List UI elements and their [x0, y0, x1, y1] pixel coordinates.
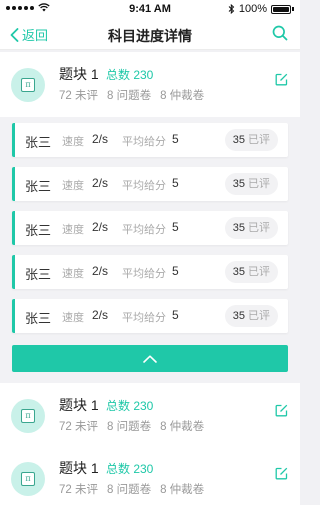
grader-row[interactable]: 张三 速度 2/s 平均给分 5 35 已评 [12, 211, 288, 245]
reviewed-count-badge: 35 已评 [224, 129, 278, 151]
block-avatar: π [11, 399, 45, 433]
speed-value: 2/s [92, 264, 109, 278]
reviewed-label: 已评 [248, 134, 270, 146]
battery-tip [292, 7, 294, 11]
grader-row[interactable]: 张三 速度 2/s 平均给分 5 35 已评 [12, 123, 288, 157]
problem-count: 8 问题卷 [107, 484, 152, 496]
edit-icon [275, 467, 288, 480]
avg-score-label: 平均给分 [122, 312, 166, 324]
edit-button[interactable] [275, 404, 288, 422]
unreviewed-count: 72 未评 [59, 90, 98, 102]
block-total: 总数 230 [106, 399, 154, 413]
reviewed-count-badge: 35 已评 [224, 305, 278, 327]
avg-score-value: 5 [172, 220, 179, 234]
reviewed-count: 35 [232, 222, 245, 234]
grader-row[interactable]: 张三 速度 2/s 平均给分 5 35 已评 [12, 167, 288, 201]
status-bar: 9:41 AM 100% [0, 0, 300, 18]
avg-score-value: 5 [172, 264, 179, 278]
block-card[interactable]: π 题块 1 总数 230 72 未评 8 问题卷 8 仲裁卷 [0, 383, 300, 449]
unreviewed-count: 72 未评 [59, 421, 98, 433]
bluetooth-icon [228, 4, 235, 14]
grader-name: 张三 [25, 179, 52, 194]
search-button[interactable] [272, 25, 288, 46]
edit-icon [275, 73, 288, 86]
block-avatar: π [11, 68, 45, 102]
battery-percentage: 100% [238, 3, 267, 15]
speed-label: 速度 [62, 312, 84, 324]
reviewed-count: 35 [232, 178, 245, 190]
chevron-up-icon [143, 354, 157, 363]
block-meta: 72 未评 8 问题卷 8 仲裁卷 [59, 481, 204, 497]
edit-button[interactable] [275, 73, 288, 91]
arbitration-count: 8 仲裁卷 [160, 421, 205, 433]
reviewed-count-badge: 35 已评 [224, 261, 278, 283]
block-card[interactable]: π 题块 1 总数 230 72 未评 8 问题卷 8 仲裁卷 [0, 52, 300, 118]
block-meta: 72 未评 8 问题卷 8 仲裁卷 [59, 87, 204, 103]
grader-name: 张三 [25, 267, 52, 282]
edit-icon [275, 404, 288, 417]
speed-value: 2/s [92, 132, 109, 146]
block-title: 题块 1 [59, 397, 99, 413]
reviewed-count: 35 [232, 134, 245, 146]
speed-value: 2/s [92, 176, 109, 190]
status-right-group: 100% [228, 3, 294, 15]
pi-icon: π [21, 409, 35, 423]
problem-count: 8 问题卷 [107, 421, 152, 433]
speed-value: 2/s [92, 220, 109, 234]
reviewed-count-badge: 35 已评 [224, 173, 278, 195]
speed-label: 速度 [62, 136, 84, 148]
grader-name: 张三 [25, 223, 52, 238]
reviewed-count-badge: 35 已评 [224, 217, 278, 239]
grader-list [0, 117, 300, 384]
grader-row[interactable]: 张三 速度 2/s 平均给分 5 35 已评 [12, 299, 288, 333]
block-title: 题块 1 [59, 460, 99, 476]
page-title: 科目进度详情 [108, 28, 192, 44]
reviewed-label: 已评 [248, 266, 270, 278]
block-title: 题块 1 [59, 66, 99, 82]
battery-icon [271, 4, 291, 14]
avg-score-label: 平均给分 [122, 224, 166, 236]
grader-row[interactable]: 张三 速度 2/s 平均给分 5 35 已评 [12, 255, 288, 289]
speed-label: 速度 [62, 180, 84, 192]
edit-button[interactable] [275, 467, 288, 485]
block-total: 总数 230 [106, 68, 154, 82]
block-total: 总数 230 [106, 462, 154, 476]
avg-score-value: 5 [172, 176, 179, 190]
navigation-bar: 返回 科目进度详情 [0, 18, 300, 50]
reviewed-count: 35 [232, 266, 245, 278]
avg-score-value: 5 [172, 132, 179, 146]
block-avatar: π [11, 462, 45, 496]
block-meta: 72 未评 8 问题卷 8 仲裁卷 [59, 418, 204, 434]
block-card[interactable]: π 题块 1 总数 230 72 未评 8 问题卷 8 仲裁卷 [0, 446, 300, 505]
reviewed-count: 35 [232, 310, 245, 322]
avg-score-label: 平均给分 [122, 268, 166, 280]
pi-icon: π [21, 472, 35, 486]
pi-icon: π [21, 78, 35, 92]
collapse-button[interactable] [12, 345, 288, 372]
search-icon [272, 25, 288, 41]
avg-score-value: 5 [172, 308, 179, 322]
arbitration-count: 8 仲裁卷 [160, 90, 205, 102]
avg-score-label: 平均给分 [122, 136, 166, 148]
reviewed-label: 已评 [248, 310, 270, 322]
reviewed-label: 已评 [248, 178, 270, 190]
problem-count: 8 问题卷 [107, 90, 152, 102]
speed-label: 速度 [62, 224, 84, 236]
arbitration-count: 8 仲裁卷 [160, 484, 205, 496]
speed-label: 速度 [62, 268, 84, 280]
reviewed-label: 已评 [248, 222, 270, 234]
speed-value: 2/s [92, 308, 109, 322]
grader-name: 张三 [25, 311, 52, 326]
grader-name: 张三 [25, 135, 52, 150]
avg-score-label: 平均给分 [122, 180, 166, 192]
unreviewed-count: 72 未评 [59, 484, 98, 496]
